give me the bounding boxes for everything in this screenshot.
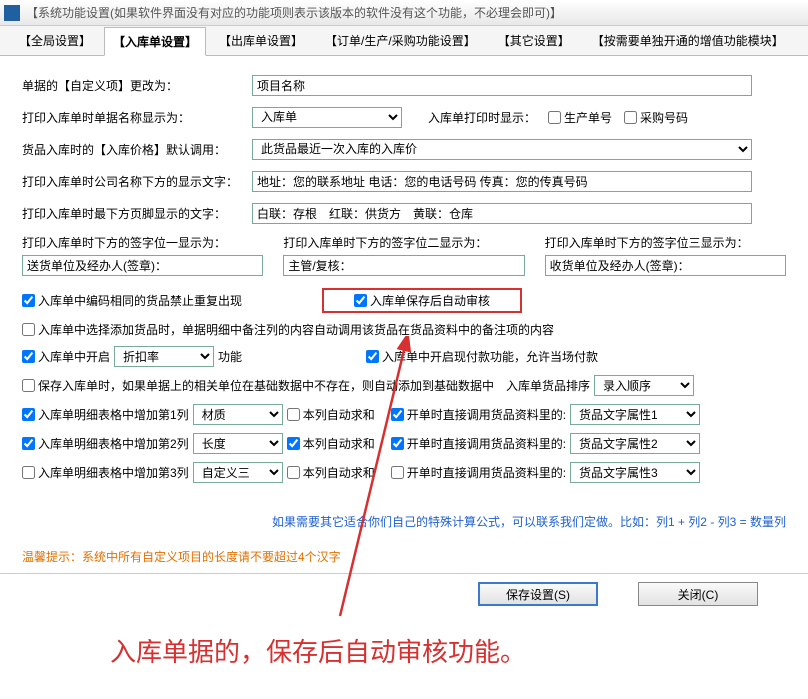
cb-col2-sum[interactable] [287,437,300,450]
cb-col2-wrap[interactable]: 入库单明细表格中增加第2列 [22,435,189,452]
col1-select[interactable]: 材质 [193,404,283,425]
cb-col1-det[interactable] [391,408,404,421]
cb-col2-det-label: 开单时直接调用货品资料里的: [407,435,566,452]
cb-col2-sum-label: 本列自动求和 [303,435,375,452]
titlebar-text: 【系统功能设置(如果软件界面没有对应的功能项则表示该版本的软件没有这个功能，不必… [26,4,562,21]
print-name-label: 打印入库单时单据名称显示为： [22,109,252,126]
company-text-input[interactable] [252,171,752,192]
cb-col1-sum-wrap[interactable]: 本列自动求和 [287,406,375,423]
cb-cashpay-label: 入库单中开启现付款功能，允许当场付款 [382,348,598,365]
highlight-box: 入库单保存后自动审核 [322,288,522,313]
cb-col3-label: 入库单明细表格中增加第3列 [38,464,189,481]
sig1-input[interactable] [22,255,263,276]
cb-auto-add-wrap[interactable]: 保存入库单时，如果单据上的相关单位在基础数据中不存在，则自动添加到基础数据中 [22,377,494,394]
col1-det-select[interactable]: 货品文字属性1 [570,404,700,425]
cb-auto-add[interactable] [22,379,35,392]
cb-purchase-no-wrap[interactable]: 采购号码 [624,109,688,126]
sort-label: 入库单货品排序 [506,377,590,394]
cb-col2-det-wrap[interactable]: 开单时直接调用货品资料里的: [391,435,566,452]
content-wrap: 单据的【自定义项】更改为： 打印入库单时单据名称显示为： 入库单 入库单打印时显… [0,56,808,699]
cb-col3-sum[interactable] [287,466,300,479]
cb-discount-b: 功能 [218,348,242,365]
cb-auto-audit[interactable] [354,294,367,307]
default-price-select[interactable]: 此货品最近一次入库的入库价 [252,139,752,160]
col3-select[interactable]: 自定义三 [193,462,283,483]
content: 单据的【自定义项】更改为： 打印入库单时单据名称显示为： 入库单 入库单打印时显… [0,56,808,501]
default-price-label: 货品入库时的【入库价格】默认调用： [22,141,252,158]
cb-remark-copy[interactable] [22,323,35,336]
cb-col2-sum-wrap[interactable]: 本列自动求和 [287,435,375,452]
sig2-input[interactable] [283,255,524,276]
cb-col1[interactable] [22,408,35,421]
tab-global[interactable]: 【全局设置】 [10,26,100,55]
cb-col1-sum-label: 本列自动求和 [303,406,375,423]
cb-no-repeat[interactable] [22,294,35,307]
print-show-label: 入库单打印时显示： [428,109,536,126]
cb-purchase-no[interactable] [624,111,637,124]
cb-auto-add-label: 保存入库单时，如果单据上的相关单位在基础数据中不存在，则自动添加到基础数据中 [38,377,494,394]
sig3-label: 打印入库单时下方的签字位三显示为： [545,234,786,251]
cb-prod-no-wrap[interactable]: 生产单号 [548,109,612,126]
cb-col3-det-label: 开单时直接调用货品资料里的: [407,464,566,481]
cb-no-repeat-label: 入库单中编码相同的货品禁止重复出现 [38,292,242,309]
cb-col1-label: 入库单明细表格中增加第1列 [38,406,189,423]
cb-purchase-no-label: 采购号码 [640,109,688,126]
cb-col3-sum-label: 本列自动求和 [303,464,375,481]
notice-orange: 温馨提示：系统中所有自定义项目的长度请不要超过4个汉字 [22,548,808,565]
tab-addon[interactable]: 【按需要单独开通的增值功能模块】 [583,26,793,55]
cb-col1-sum[interactable] [287,408,300,421]
col3-det-select[interactable]: 货品文字属性3 [570,462,700,483]
tab-other[interactable]: 【其它设置】 [489,26,579,55]
cb-col2[interactable] [22,437,35,450]
discount-select[interactable]: 折扣率 [114,346,214,367]
print-name-select[interactable]: 入库单 [252,107,402,128]
cb-prod-no-label: 生产单号 [564,109,612,126]
notice-blue: 如果需要其它适合你们自己的特殊计算公式，可以联系我们定做。比如：列1 + 列2 … [0,513,786,530]
cb-discount[interactable] [22,350,35,363]
cb-cashpay[interactable] [366,350,379,363]
tab-inbound[interactable]: 【入库单设置】 [104,27,206,56]
footer-bar: 保存设置(S) 关闭(C) [0,573,808,618]
cb-col1-det-label: 开单时直接调用货品资料里的: [407,406,566,423]
annotation-text: 入库单据的，保存后自动审核功能。 [0,618,808,699]
close-button[interactable]: 关闭(C) [638,582,758,606]
cb-remark-copy-wrap[interactable]: 入库单中选择添加货品时，单据明细中备注列的内容自动调用该货品在货品资料中的备注项… [22,321,554,338]
cb-auto-audit-wrap[interactable]: 入库单保存后自动审核 [354,292,490,309]
company-text-label: 打印入库单时公司名称下方的显示文字： [22,173,252,190]
sort-select[interactable]: 录入顺序 [594,375,694,396]
cb-auto-audit-label: 入库单保存后自动审核 [370,292,490,309]
cb-no-repeat-wrap[interactable]: 入库单中编码相同的货品禁止重复出现 [22,292,242,309]
tab-outbound[interactable]: 【出库单设置】 [210,26,312,55]
col2-det-select[interactable]: 货品文字属性2 [570,433,700,454]
cb-col3-det-wrap[interactable]: 开单时直接调用货品资料里的: [391,464,566,481]
footer-text-label: 打印入库单时最下方页脚显示的文字： [22,205,252,222]
cb-cashpay-wrap[interactable]: 入库单中开启现付款功能，允许当场付款 [366,348,598,365]
cb-col2-label: 入库单明细表格中增加第2列 [38,435,189,452]
cb-col2-det[interactable] [391,437,404,450]
footer-text-input[interactable] [252,203,752,224]
app-icon [4,5,20,21]
sig1-label: 打印入库单时下方的签字位一显示为： [22,234,263,251]
cb-col3[interactable] [22,466,35,479]
cb-col3-det[interactable] [391,466,404,479]
save-button[interactable]: 保存设置(S) [478,582,598,606]
cb-col3-wrap[interactable]: 入库单明细表格中增加第3列 [22,464,189,481]
cb-discount-wrap[interactable]: 入库单中开启 [22,348,110,365]
cb-remark-copy-label: 入库单中选择添加货品时，单据明细中备注列的内容自动调用该货品在货品资料中的备注项… [38,321,554,338]
tab-order[interactable]: 【订单/生产/采购功能设置】 [316,26,485,55]
col2-select[interactable]: 长度 [193,433,283,454]
sig2-label: 打印入库单时下方的签字位二显示为： [283,234,524,251]
cb-col1-wrap[interactable]: 入库单明细表格中增加第1列 [22,406,189,423]
cb-col1-det-wrap[interactable]: 开单时直接调用货品资料里的: [391,406,566,423]
cb-discount-a: 入库单中开启 [38,348,110,365]
custom-field-label: 单据的【自定义项】更改为： [22,77,252,94]
tab-bar: 【全局设置】 【入库单设置】 【出库单设置】 【订单/生产/采购功能设置】 【其… [0,26,808,56]
titlebar: 【系统功能设置(如果软件界面没有对应的功能项则表示该版本的软件没有这个功能，不必… [0,0,808,26]
custom-field-input[interactable] [252,75,752,96]
sig3-input[interactable] [545,255,786,276]
cb-col3-sum-wrap[interactable]: 本列自动求和 [287,464,375,481]
cb-prod-no[interactable] [548,111,561,124]
